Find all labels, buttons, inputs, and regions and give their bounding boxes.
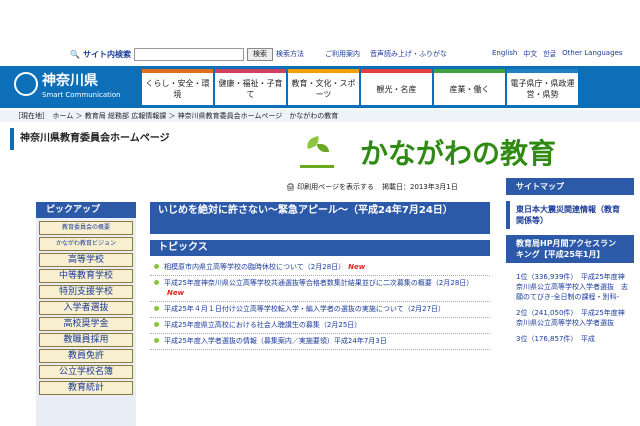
nav-industry[interactable]: 産業・働く <box>434 69 505 105</box>
topic-text: 平成25年度県立高校における社会人聴講生の募集（2月25日） <box>164 321 362 329</box>
right-column: サイトマップ 東日本大震災関連情報（教育関係等） 教育局HP月間アクセスランキン… <box>506 178 634 347</box>
topics-title: トピックス <box>150 240 490 256</box>
nav-health[interactable]: 健康・福祉・子育て <box>215 69 286 105</box>
pickup-item[interactable]: 公立学校名簿 <box>39 365 133 379</box>
prefecture-mark-icon <box>14 72 38 96</box>
print-label: 印刷用ページを表示する <box>297 183 374 191</box>
search-input[interactable] <box>133 47 244 61</box>
disaster-info-link[interactable]: 東日本大震災関連情報（教育関係等） <box>506 201 634 229</box>
ranking-item[interactable]: 3位（176,857件） 平成 <box>506 331 634 347</box>
topic-text: 平成25年４月１日付け公立高等学校転入学・編入学者の選抜の実施について（2月27… <box>164 305 446 313</box>
lang-korean[interactable]: 한글 <box>543 49 556 59</box>
search-howto-link[interactable]: 検索方法 <box>276 49 304 59</box>
topic-text: 相模原市内県立高等学校の臨時休校について（2月28日） <box>164 263 346 271</box>
nav-tourism[interactable]: 観光・名産 <box>361 69 432 105</box>
ranking-item[interactable]: 2位（241,050件） 平成25年度神奈川県公立高等学校入学者選抜 <box>506 305 634 331</box>
pickup-item[interactable]: 高校奨学金 <box>39 317 133 331</box>
print-link[interactable]: 🖨 印刷用ページを表示する <box>286 182 374 192</box>
ranking-title: 教育局HP月間アクセスランキング【平成25年1月】 <box>506 235 634 263</box>
ranking-item[interactable]: 1位（336,939件） 平成25年度神奈川県公立高等学校入学者選抜 志願のてび… <box>506 269 634 305</box>
topics-list: 相模原市内県立高等学校の臨時休校について（2月28日） New 平成25年度神奈川… <box>150 260 490 350</box>
pickup-item[interactable]: 高等学校 <box>39 253 133 267</box>
list-item[interactable]: 平成25年度入学者選抜の情報（募集案内／実施要領）平成24年7月3日 <box>150 334 490 350</box>
voice-reading-link[interactable]: 音声読み上げ・ふりがな <box>370 49 447 59</box>
pickup-item[interactable]: 教育委員会の概要 <box>39 221 133 235</box>
logo-title: 神奈川県 <box>42 73 98 89</box>
nav-education[interactable]: 教育・文化・スポーツ <box>288 69 359 105</box>
post-date: 掲載日：2013年3月1日 <box>382 183 458 191</box>
pickup-item[interactable]: 教員免許 <box>39 349 133 363</box>
list-item[interactable]: 平成25年度県立高校における社会人聴講生の募集（2月25日） <box>150 318 490 334</box>
usage-guide-link[interactable]: ご利用案内 <box>325 49 360 59</box>
banner: かながわの教育 <box>298 126 634 176</box>
list-item[interactable]: 平成25年４月１日付け公立高等学校転入学・編入学者の選抜の実施について（2月27… <box>150 302 490 318</box>
pickup-title: ピックアップ <box>36 202 136 218</box>
sitemap-link[interactable]: サイトマップ <box>506 178 634 195</box>
global-nav: くらし・安全・環境 健康・福祉・子育て 教育・文化・スポーツ 観光・名産 産業・… <box>142 69 578 105</box>
lang-english[interactable]: English <box>492 49 517 59</box>
pickup-item[interactable]: 中等教育学校 <box>39 269 133 283</box>
emergency-appeal-link[interactable]: いじめを絶対に許さない～緊急アピール～（平成24年7月24日） <box>150 202 490 234</box>
breadcrumb: ［現在地］ ホーム ＞ 教育局 総務部 広報情報課 ＞ 神奈川県教育委員会ホーム… <box>0 110 640 122</box>
page-title: 神奈川県教育委員会ホームページ <box>10 128 298 150</box>
nav-living[interactable]: くらし・安全・環境 <box>142 69 213 105</box>
pickup-item[interactable]: 特別支援学校 <box>39 285 133 299</box>
pickup-list: 教育委員会の概要 かながわ教育ビジョン 高等学校 中等教育学校 特別支援学校 入… <box>39 221 133 397</box>
main-column: いじめを絶対に許さない～緊急アピール～（平成24年7月24日） トピックス 相模… <box>150 202 490 350</box>
list-item[interactable]: 平成25年度神奈川県公立高等学校共通選抜等合格者数集計結果並びに二次募集の概要（… <box>150 276 490 302</box>
search-button[interactable]: 検索 <box>246 47 273 61</box>
new-badge: New <box>167 289 185 297</box>
topic-text: 平成25年度神奈川県公立高等学校共通選抜等合格者数集計結果並びに二次募集の概要（… <box>164 279 474 287</box>
language-links: English 中文 한글 Other Languages <box>492 49 622 59</box>
sprout-icon <box>300 138 334 168</box>
lang-chinese[interactable]: 中文 <box>523 49 537 59</box>
topic-text: 平成25年度入学者選抜の情報（募集案内／実施要領）平成24年7月3日 <box>164 337 387 345</box>
nav-government[interactable]: 電子県庁・県政運営・県勢 <box>507 69 578 105</box>
page-meta: 🖨 印刷用ページを表示する 掲載日：2013年3月1日 <box>286 182 458 192</box>
search-icon: 🔍 <box>70 49 80 59</box>
site-search: 🔍 サイト内検索 検索 検索方法 <box>70 47 304 61</box>
pickup-item[interactable]: 教職員採用 <box>39 333 133 347</box>
banner-text: かながわの教育 <box>360 137 557 170</box>
pickup-item[interactable]: かながわ教育ビジョン <box>39 237 133 251</box>
lang-other[interactable]: Other Languages <box>562 49 622 59</box>
list-item[interactable]: 相模原市内県立高等学校の臨時休校について（2月28日） New <box>150 260 490 276</box>
search-label: サイト内検索 <box>82 49 131 59</box>
pickup-item[interactable]: 教育統計 <box>39 381 133 395</box>
pickup-item[interactable]: 入学者選抜 <box>39 301 133 315</box>
logo-subtitle: Smart Communication <box>42 91 121 99</box>
kanagawa-logo[interactable]: 神奈川県 Smart Communication <box>14 70 138 104</box>
new-badge: New <box>348 263 366 271</box>
utility-links: ご利用案内 音声読み上げ・ふりがな <box>325 49 447 59</box>
